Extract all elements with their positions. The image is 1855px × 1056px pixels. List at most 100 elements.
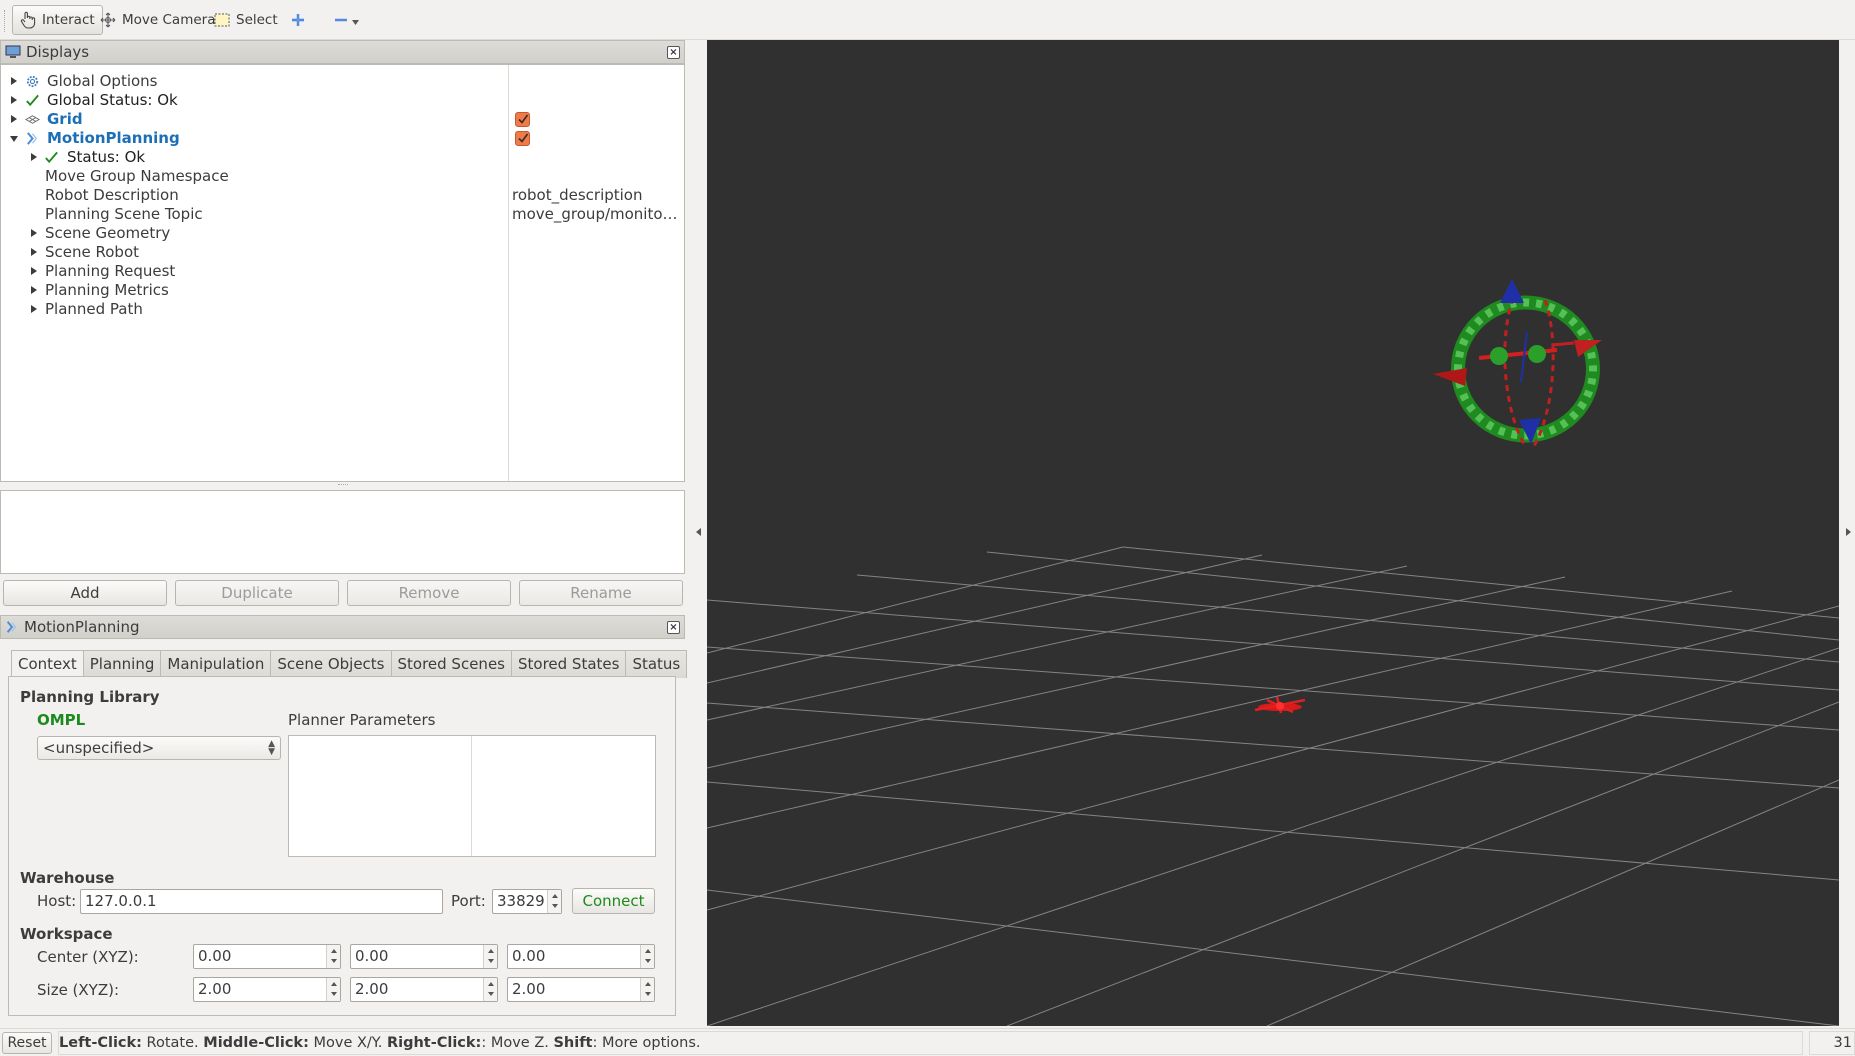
spin-buttons[interactable] — [326, 978, 340, 1001]
reset-button[interactable]: Reset — [2, 1032, 52, 1054]
collapse-left-arrow-icon[interactable] — [696, 528, 701, 536]
tab-context[interactable]: Context — [11, 650, 84, 679]
hint-shift-text: : More options. — [592, 1035, 701, 1051]
plus-cross-icon — [292, 14, 304, 26]
displays-panel-close-button[interactable]: × — [667, 46, 680, 59]
tree-row-global-options[interactable]: Global Options — [1, 72, 684, 91]
expand-arrow-icon[interactable] — [11, 96, 17, 104]
motion-planning-enabled-checkbox[interactable] — [515, 131, 530, 146]
spin-buttons[interactable] — [640, 978, 654, 1001]
updown-arrows-icon: ▲ ▼ — [268, 739, 275, 757]
move-camera-icon — [100, 12, 116, 28]
spin-buttons[interactable] — [326, 945, 340, 968]
collapse-arrow-icon[interactable] — [10, 136, 18, 142]
expand-arrow-icon[interactable] — [11, 115, 17, 123]
tree-row-robot-description[interactable]: Robot Description robot_description — [1, 186, 684, 205]
size-x-spinbox[interactable]: 2.00 — [193, 977, 341, 1002]
size-y-spinbox[interactable]: 2.00 — [350, 977, 498, 1002]
expand-arrow-icon[interactable] — [31, 229, 37, 237]
select-tool-button[interactable]: Select — [207, 5, 285, 35]
dropdown-arrow-icon — [352, 20, 359, 25]
check-icon — [518, 133, 529, 143]
toolbar-grip[interactable] — [4, 10, 7, 32]
displays-panel-title-bar[interactable]: Displays × — [0, 40, 685, 64]
planner-parameters-label: Planner Parameters — [288, 711, 436, 729]
size-y-value: 2.00 — [355, 980, 389, 998]
tree-row-value[interactable]: move_group/monitore… — [512, 205, 682, 224]
remove-tool-dropdown[interactable] — [326, 5, 367, 35]
tab-planning[interactable]: Planning — [82, 650, 162, 678]
center-y-spinbox[interactable]: 0.00 — [350, 944, 498, 969]
expand-arrow-icon[interactable] — [31, 248, 37, 256]
render-3d-view[interactable] — [707, 40, 1839, 1026]
spin-buttons[interactable] — [640, 945, 654, 968]
tab-manipulation[interactable]: Manipulation — [160, 650, 272, 678]
host-input[interactable]: 127.0.0.1 — [80, 889, 443, 914]
fps-counter: 31 fps — [1809, 1031, 1855, 1055]
rename-display-button[interactable]: Rename — [519, 580, 683, 606]
tab-status[interactable]: Status — [625, 650, 688, 678]
expand-arrow-icon[interactable] — [31, 286, 37, 294]
tree-row-value[interactable]: robot_description — [512, 186, 682, 205]
spin-buttons[interactable] — [483, 978, 497, 1001]
main-toolbar: Interact Move Camera Select — [0, 0, 1855, 40]
spin-buttons[interactable] — [483, 945, 497, 968]
add-display-button[interactable]: Add — [3, 580, 167, 606]
tree-row-global-status[interactable]: Global Status: Ok — [1, 91, 684, 110]
minus-icon — [335, 18, 347, 22]
tree-row-planning-request[interactable]: Planning Request — [1, 262, 684, 281]
move-camera-tool-label: Move Camera — [122, 12, 216, 28]
planner-parameters-table[interactable] — [288, 735, 656, 857]
displays-tree[interactable]: Global Options Global Status: Ok Grid Mo… — [0, 64, 685, 482]
port-spinbox[interactable]: 33829 — [492, 889, 562, 914]
grid-enabled-checkbox[interactable] — [515, 112, 530, 127]
hint-right-click-key: Right-Click: — [386, 1035, 482, 1051]
expand-arrow-icon[interactable] — [31, 305, 37, 313]
center-xyz-label: Center (XYZ): — [37, 948, 139, 966]
render-scene[interactable] — [707, 40, 1839, 1026]
tab-scene-objects[interactable]: Scene Objects — [270, 650, 392, 678]
hint-shift-key: Shift — [553, 1035, 593, 1051]
center-x-value: 0.00 — [198, 947, 232, 965]
center-z-spinbox[interactable]: 0.00 — [507, 944, 655, 969]
expand-arrow-icon[interactable] — [11, 77, 17, 85]
port-spin-buttons[interactable] — [547, 890, 561, 913]
motion-planning-panel-title-bar[interactable]: MotionPlanning × — [0, 615, 685, 639]
tree-row-label: Planned Path — [45, 300, 143, 318]
tree-row-planning-scene-topic[interactable]: Planning Scene Topic move_group/monitore… — [1, 205, 684, 224]
select-tool-label: Select — [236, 12, 278, 28]
tree-row-planned-path[interactable]: Planned Path — [1, 300, 684, 319]
move-camera-tool-button[interactable]: Move Camera — [93, 5, 222, 35]
tree-row-planning-metrics[interactable]: Planning Metrics — [1, 281, 684, 300]
remove-display-button[interactable]: Remove — [347, 580, 511, 606]
interactive-marker[interactable] — [1433, 279, 1602, 449]
connect-button[interactable]: Connect — [572, 888, 655, 914]
tree-row-scene-robot[interactable]: Scene Robot — [1, 243, 684, 262]
tree-row-label: Global Status: Ok — [47, 91, 178, 109]
tree-row-motion-planning[interactable]: MotionPlanning — [1, 129, 684, 148]
tree-row-scene-geometry[interactable]: Scene Geometry — [1, 224, 684, 243]
expand-arrow-icon[interactable] — [31, 267, 37, 275]
size-z-spinbox[interactable]: 2.00 — [507, 977, 655, 1002]
motion-planning-icon — [6, 621, 17, 633]
interact-tool-button[interactable]: Interact — [12, 5, 103, 35]
tab-stored-states[interactable]: Stored States — [510, 650, 627, 678]
tab-stored-scenes[interactable]: Stored Scenes — [390, 650, 512, 678]
collapse-right-arrow-icon[interactable] — [1846, 528, 1851, 536]
tree-row-move-group-namespace[interactable]: Move Group Namespace — [1, 167, 684, 186]
hint-left-click-text: Rotate. — [141, 1035, 204, 1051]
planner-select[interactable]: <unspecified> ▲ ▼ — [37, 736, 281, 760]
ground-grid — [707, 546, 1839, 1026]
tree-row-label: Move Group Namespace — [45, 167, 229, 185]
center-x-spinbox[interactable]: 0.00 — [193, 944, 341, 969]
tree-row-grid[interactable]: Grid — [1, 110, 684, 129]
expand-arrow-icon[interactable] — [31, 153, 37, 161]
tree-row-status[interactable]: Status: Ok — [1, 148, 684, 167]
motion-planning-tabs: Context Planning Manipulation Scene Obje… — [11, 650, 688, 679]
tree-row-label: MotionPlanning — [47, 129, 180, 147]
motion-planning-panel-close-button[interactable]: × — [667, 621, 680, 634]
add-tool-button[interactable] — [283, 5, 313, 35]
duplicate-display-button[interactable]: Duplicate — [175, 580, 339, 606]
tree-description-splitter[interactable] — [0, 482, 685, 490]
splitter-grip[interactable] — [338, 484, 348, 487]
